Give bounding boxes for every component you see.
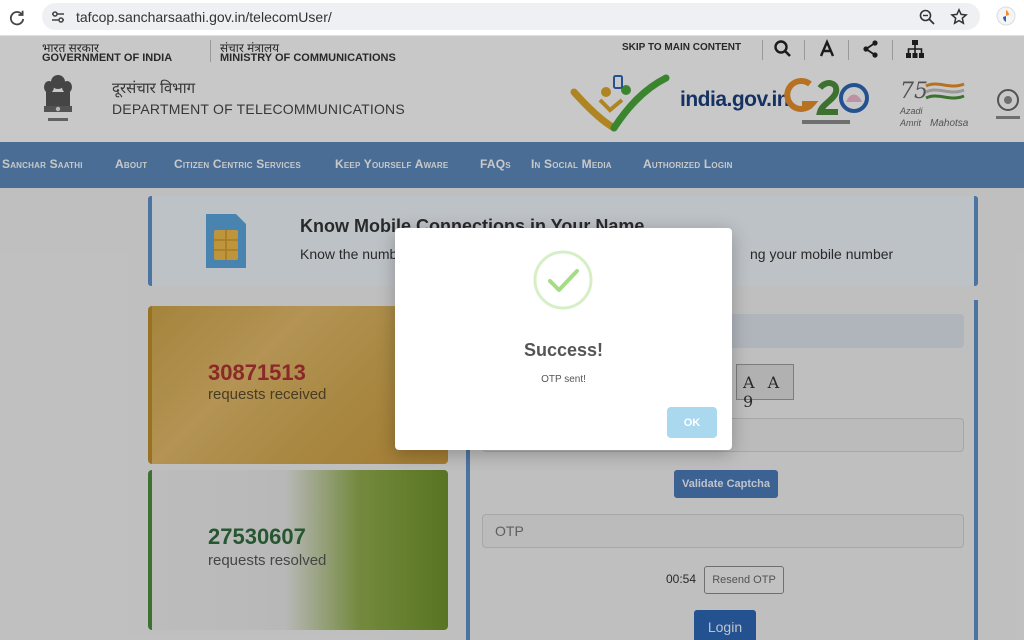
- site-info-icon[interactable]: [50, 9, 66, 25]
- address-bar[interactable]: tafcop.sancharsaathi.gov.in/telecomUser/: [42, 3, 980, 30]
- ok-button[interactable]: OK: [667, 407, 717, 438]
- browser-toolbar: tafcop.sancharsaathi.gov.in/telecomUser/: [0, 0, 1024, 36]
- dialog-message: OTP sent!: [541, 374, 586, 385]
- bookmark-star-icon[interactable]: [950, 7, 968, 26]
- zoom-icon[interactable]: [918, 8, 936, 26]
- reload-icon[interactable]: [6, 7, 28, 29]
- dialog-title: Success!: [523, 340, 604, 360]
- success-dialog: Success! OTP sent! OK: [395, 228, 732, 450]
- url-text[interactable]: tafcop.sancharsaathi.gov.in/telecomUser/: [76, 9, 332, 25]
- extension-icon[interactable]: [996, 6, 1016, 26]
- success-check-icon: [533, 250, 593, 310]
